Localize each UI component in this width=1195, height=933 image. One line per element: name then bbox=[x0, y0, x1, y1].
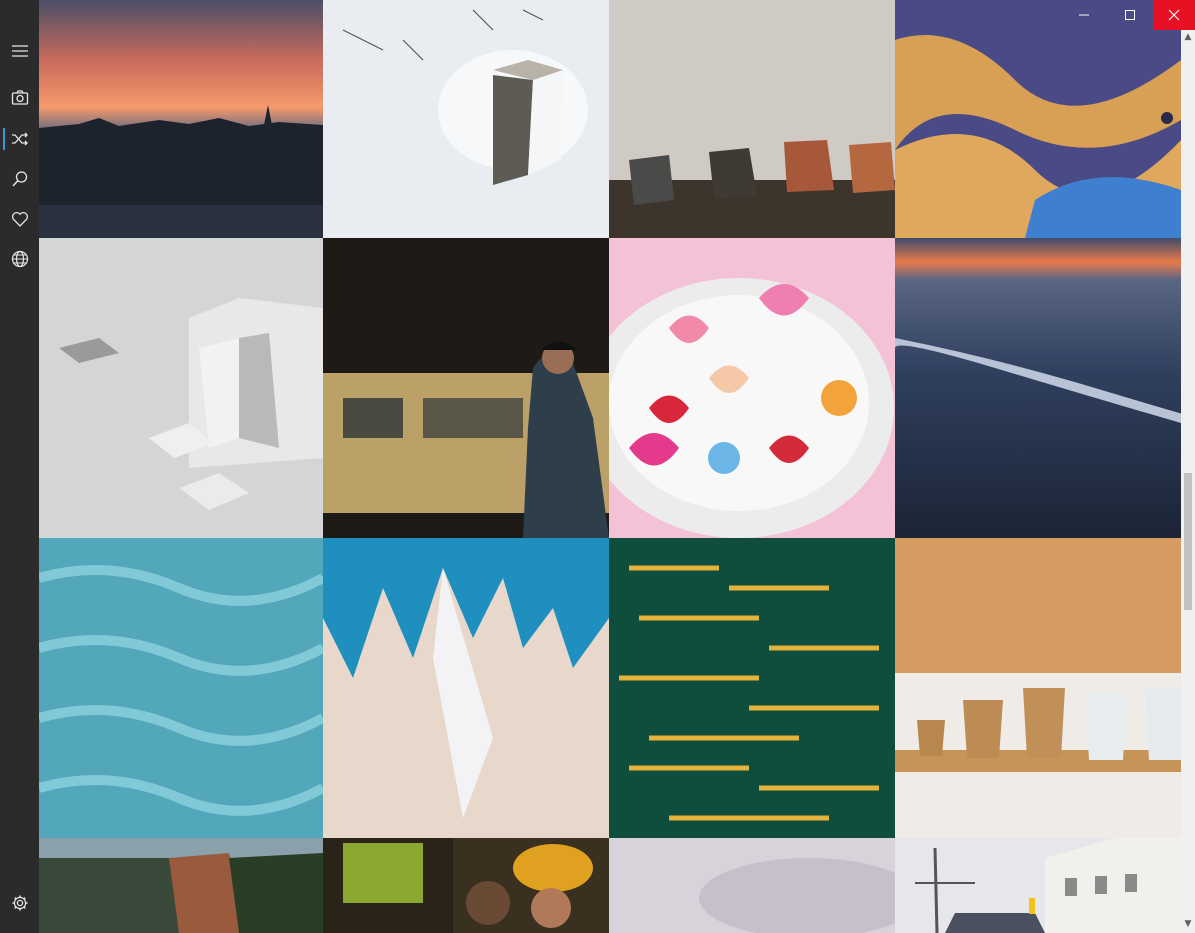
photo-tile[interactable] bbox=[895, 238, 1181, 538]
vertical-scrollbar[interactable]: ▲ ▼ bbox=[1181, 30, 1195, 933]
chevron-up-icon[interactable]: ▲ bbox=[1181, 30, 1195, 44]
photo-tile[interactable] bbox=[609, 538, 895, 838]
photo-tile[interactable] bbox=[609, 838, 895, 933]
heart-icon[interactable] bbox=[0, 199, 39, 239]
shuffle-icon[interactable] bbox=[0, 119, 39, 159]
photo-tile[interactable] bbox=[39, 238, 323, 538]
photo-tile[interactable] bbox=[323, 238, 609, 538]
photo-tile[interactable] bbox=[609, 0, 895, 238]
photo-tile[interactable] bbox=[39, 0, 323, 238]
photo-tile[interactable] bbox=[323, 538, 609, 838]
globe-icon[interactable] bbox=[0, 239, 39, 279]
minimize-button[interactable] bbox=[1061, 0, 1107, 30]
photo-tile[interactable] bbox=[39, 538, 323, 838]
maximize-icon bbox=[1125, 10, 1135, 20]
hamburger-menu-icon[interactable] bbox=[0, 31, 39, 71]
chevron-down-icon[interactable]: ▼ bbox=[1181, 917, 1195, 931]
settings-icon[interactable] bbox=[0, 883, 39, 923]
photo-tile[interactable] bbox=[323, 0, 609, 238]
photo-tile[interactable] bbox=[323, 838, 609, 933]
photo-tile[interactable] bbox=[609, 238, 895, 538]
photo-tile[interactable] bbox=[895, 538, 1181, 838]
photo-tile[interactable] bbox=[895, 0, 1181, 238]
sidebar bbox=[0, 0, 39, 933]
minimize-icon bbox=[1079, 14, 1089, 16]
photo-tile[interactable] bbox=[39, 838, 323, 933]
maximize-button[interactable] bbox=[1107, 0, 1153, 30]
photo-grid bbox=[39, 0, 1181, 933]
photo-tile[interactable] bbox=[895, 838, 1181, 933]
camera-icon[interactable] bbox=[0, 78, 39, 118]
close-icon bbox=[1168, 9, 1180, 21]
search-icon[interactable] bbox=[0, 159, 39, 199]
scrollbar-thumb[interactable] bbox=[1184, 473, 1192, 610]
close-button[interactable] bbox=[1153, 0, 1195, 30]
